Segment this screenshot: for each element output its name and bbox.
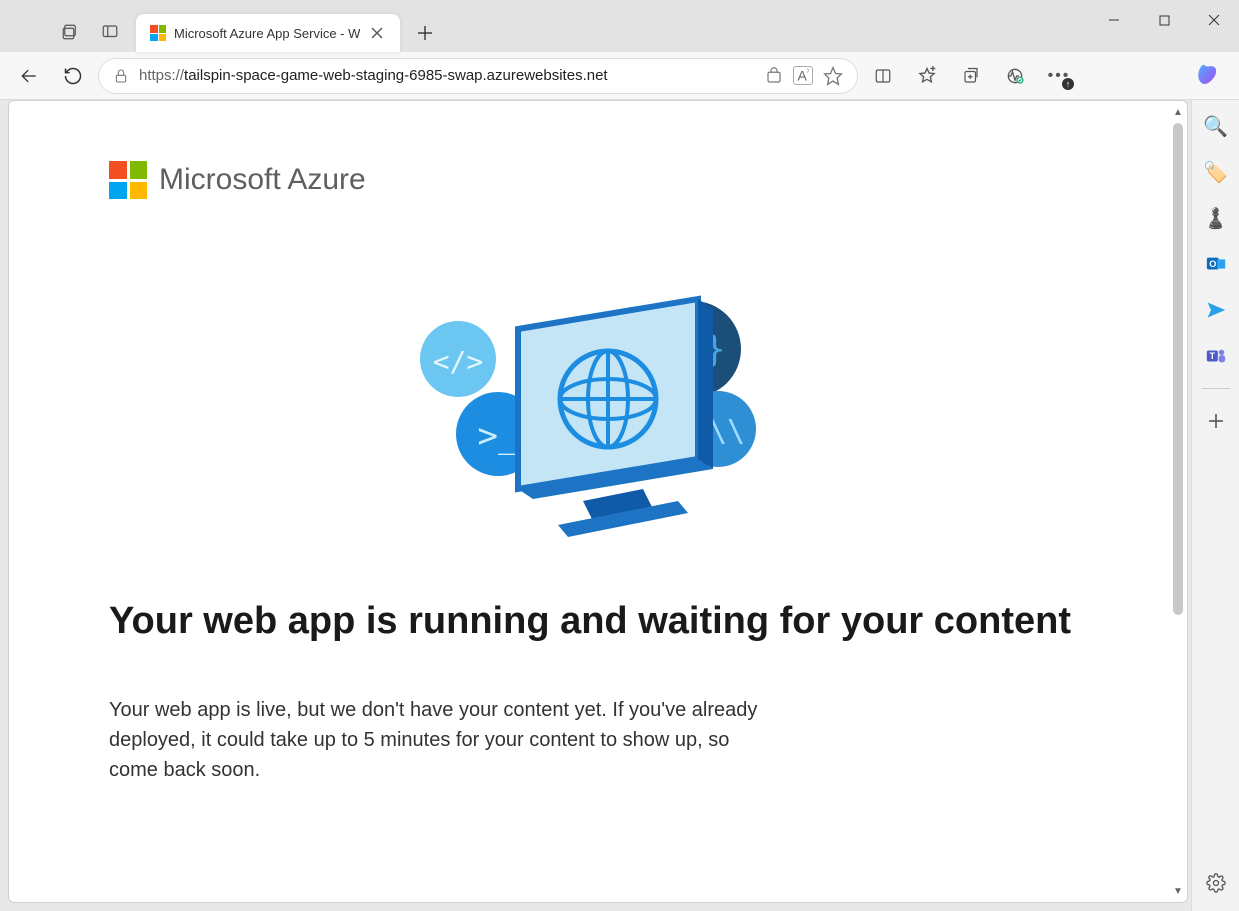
close-tab-icon[interactable] — [368, 24, 386, 42]
sidebar-divider — [1202, 388, 1230, 389]
shopping-icon[interactable] — [765, 67, 783, 85]
sidebar-search-icon[interactable]: 🔍 — [1202, 112, 1230, 140]
sidebar-add-icon[interactable] — [1202, 407, 1230, 435]
favorites-icon[interactable] — [908, 58, 946, 94]
sidebar-settings-icon[interactable] — [1202, 869, 1230, 897]
tab-actions-icon[interactable] — [50, 12, 90, 52]
new-tab-button[interactable] — [408, 16, 442, 50]
azure-logo: Microsoft Azure — [109, 161, 1087, 199]
hero-illustration: { } :\\ </> >_ — [109, 289, 1087, 549]
scroll-up-icon[interactable]: ▲ — [1171, 105, 1185, 119]
read-aloud-icon[interactable]: A⁾ — [793, 66, 813, 85]
azure-logo-text: Microsoft Azure — [159, 163, 366, 197]
sidebar-outlook-icon[interactable]: O — [1202, 250, 1230, 278]
edge-sidebar: 🔍 🏷️ ♟️ O T — [1191, 100, 1239, 911]
address-omnibox[interactable]: https://tailspin-space-game-web-staging-… — [98, 58, 858, 94]
page-body-text: Your web app is live, but we don't have … — [109, 695, 769, 785]
back-button[interactable] — [10, 58, 48, 94]
split-screen-icon[interactable] — [864, 58, 902, 94]
lock-icon — [113, 68, 129, 84]
tab-title: Microsoft Azure App Service - W — [174, 26, 360, 41]
browser-address-bar: https://tailspin-space-game-web-staging-… — [0, 52, 1239, 100]
scroll-thumb[interactable] — [1173, 123, 1183, 615]
maximize-button[interactable] — [1139, 0, 1189, 40]
browser-tab[interactable]: Microsoft Azure App Service - W — [136, 14, 400, 52]
vertical-tabs-icon[interactable] — [90, 12, 130, 52]
sidebar-teams-icon[interactable]: T — [1202, 342, 1230, 370]
scroll-down-icon[interactable]: ▼ — [1171, 884, 1185, 898]
more-menu-icon[interactable]: •••↑ — [1040, 58, 1078, 94]
collections-icon[interactable] — [952, 58, 990, 94]
performance-icon[interactable] — [996, 58, 1034, 94]
scrollbar[interactable]: ▲ ▼ — [1171, 105, 1185, 898]
window-controls — [1089, 0, 1239, 40]
microsoft-logo-icon — [109, 161, 147, 199]
sidebar-send-icon[interactable] — [1202, 296, 1230, 324]
refresh-button[interactable] — [54, 58, 92, 94]
page-viewport: Microsoft Azure { } :\\ </> >_ — [8, 100, 1188, 903]
page-heading: Your web app is running and waiting for … — [109, 599, 1087, 645]
page-content: Microsoft Azure { } :\\ </> >_ — [9, 101, 1187, 825]
microsoft-favicon-icon — [150, 25, 166, 41]
close-window-button[interactable] — [1189, 0, 1239, 40]
sidebar-shopping-icon[interactable]: 🏷️ — [1202, 158, 1230, 186]
svg-text:>_: >_ — [478, 416, 519, 456]
url-text: https://tailspin-space-game-web-staging-… — [139, 67, 755, 84]
copilot-button[interactable] — [1187, 55, 1229, 97]
svg-text:O: O — [1209, 259, 1216, 269]
browser-tab-strip: Microsoft Azure App Service - W — [0, 0, 1239, 52]
favorite-star-icon[interactable] — [823, 66, 843, 86]
svg-text:</>: </> — [433, 345, 484, 378]
svg-text:T: T — [1209, 351, 1215, 361]
sidebar-games-icon[interactable]: ♟️ — [1202, 204, 1230, 232]
minimize-button[interactable] — [1089, 0, 1139, 40]
